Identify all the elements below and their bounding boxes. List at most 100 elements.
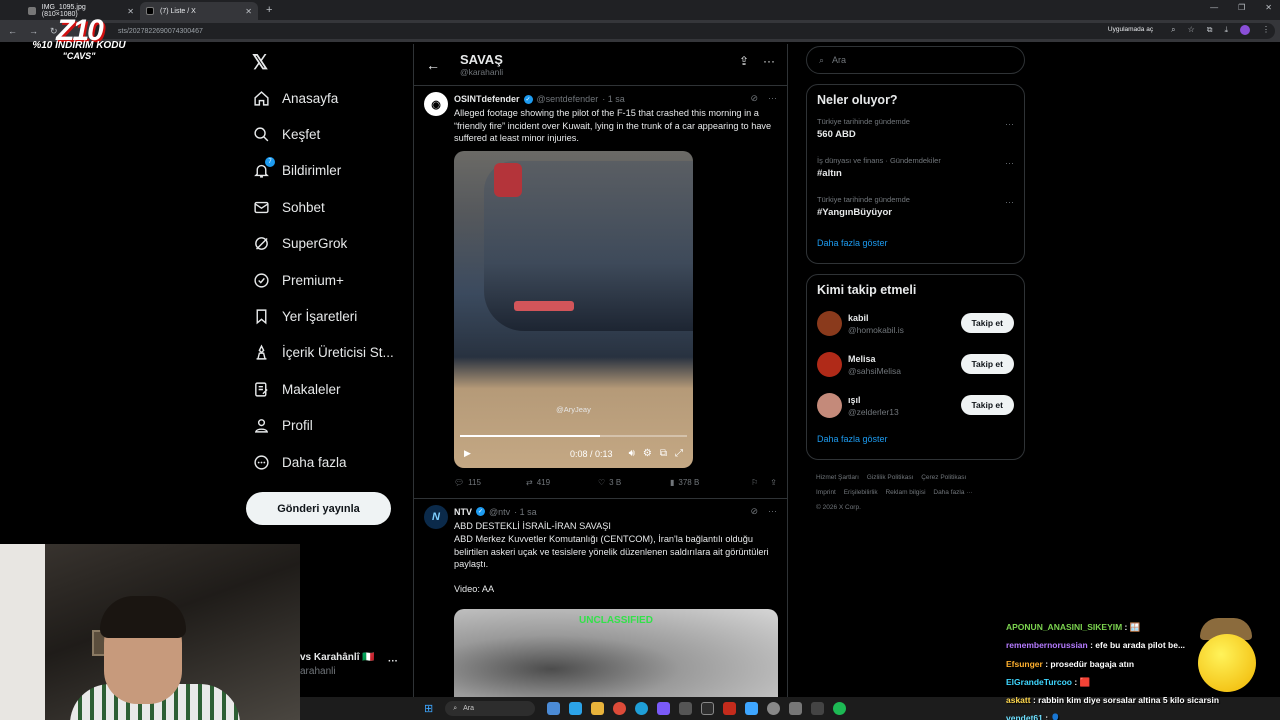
video-player[interactable]: @AryJeay ▶ 0:08 / 0:13 🔊︎ ⚙ ⧉ ⤢ bbox=[454, 150, 693, 468]
tweet-author-name[interactable]: OSINTdefender bbox=[454, 94, 520, 104]
tweet-time[interactable]: · 1 sa bbox=[514, 507, 537, 517]
footer-link[interactable]: Gizlilik Politikası bbox=[867, 474, 914, 481]
x-logo-icon[interactable]: 𝕏 bbox=[252, 50, 268, 75]
grok-icon[interactable]: ⊘ bbox=[750, 93, 758, 104]
sidebar-item-profile[interactable]: Profil bbox=[252, 408, 394, 444]
video-player[interactable]: UNCLASSIFIED bbox=[454, 609, 778, 709]
more-dots-icon[interactable]: ··· bbox=[768, 93, 777, 104]
avatar[interactable] bbox=[817, 311, 842, 336]
sidebar-item-creator-studio[interactable]: İçerik Üreticisi St... bbox=[252, 335, 394, 371]
avatar[interactable]: ◉ bbox=[424, 92, 448, 116]
fullscreen-icon[interactable]: ⤢ bbox=[675, 448, 683, 459]
footer-link[interactable]: Reklam bilgisi bbox=[885, 489, 925, 496]
app-icon[interactable] bbox=[789, 702, 803, 715]
avatar[interactable] bbox=[817, 393, 842, 418]
volume-icon[interactable]: 🔊︎ bbox=[629, 448, 635, 459]
chrome-icon[interactable] bbox=[613, 702, 627, 715]
share-icon[interactable]: ⇪ bbox=[739, 54, 749, 68]
sidebar-item-supergrok[interactable]: SuperGrok bbox=[252, 226, 394, 262]
edge-icon[interactable] bbox=[635, 702, 649, 715]
reply-button[interactable]: 💬︎ 115 bbox=[454, 478, 526, 487]
show-more-link[interactable]: Daha fazla göster bbox=[807, 426, 1024, 456]
back-icon[interactable]: ← bbox=[8, 26, 17, 37]
footer-link[interactable]: Daha fazla ··· bbox=[933, 489, 972, 496]
footer-link[interactable]: Imprint bbox=[816, 489, 836, 496]
sidebar-item-home[interactable]: Anasayfa bbox=[252, 80, 394, 116]
play-icon[interactable]: ▶ bbox=[464, 448, 471, 459]
app-icon[interactable] bbox=[767, 702, 781, 715]
tweet-time[interactable]: · 1 sa bbox=[602, 94, 625, 104]
sidebar-item-notifications[interactable]: 7 Bildirimler bbox=[252, 153, 394, 189]
follow-button[interactable]: Takip et bbox=[960, 354, 1014, 374]
app-icon[interactable] bbox=[701, 702, 715, 715]
maximize-icon[interactable]: ❐ bbox=[1238, 3, 1245, 12]
address-bar[interactable]: sts/2027822690074300467 bbox=[90, 23, 1275, 39]
avatar[interactable]: N bbox=[424, 504, 448, 529]
follow-suggestion[interactable]: ışıl @zelderler13 Takip et bbox=[807, 385, 1024, 426]
star-icon[interactable]: ☆ bbox=[1188, 25, 1195, 34]
bookmark-icon[interactable]: ⚐ bbox=[751, 478, 758, 487]
tweet[interactable]: ◉ OSINTdefender ✓ @sentdefender · 1 sa ⊘… bbox=[414, 86, 787, 499]
tweet-author-handle[interactable]: @ntv bbox=[489, 507, 510, 517]
sidebar-item-more[interactable]: Daha fazla bbox=[252, 444, 394, 480]
download-icon[interactable]: ⤓ bbox=[1224, 25, 1228, 35]
profile-icon[interactable] bbox=[1240, 24, 1250, 35]
back-arrow-icon[interactable]: ← bbox=[426, 57, 440, 73]
sidebar-item-messages[interactable]: Sohbet bbox=[252, 189, 394, 225]
search-input[interactable]: ⌕ Ara bbox=[806, 46, 1025, 74]
footer-link[interactable]: Erişilebilirlik bbox=[844, 489, 878, 496]
close-window-icon[interactable]: ✕ bbox=[1265, 3, 1272, 12]
app-icon[interactable] bbox=[591, 702, 605, 715]
grok-icon[interactable]: ⊘ bbox=[750, 506, 758, 517]
app-icon[interactable] bbox=[569, 702, 583, 715]
sidebar-item-premium[interactable]: Premium+ bbox=[252, 262, 394, 298]
trend-item[interactable]: Türkiye tarihinde gündemde 560 ABD ··· bbox=[807, 113, 1024, 152]
footer-link[interactable]: Çerez Politikası bbox=[921, 474, 966, 481]
app-icon[interactable] bbox=[657, 702, 671, 715]
like-button[interactable]: ♡ 3 B bbox=[598, 478, 670, 487]
browser-tab-active[interactable]: (7) Liste / X ✕ bbox=[140, 2, 258, 20]
extensions-icon[interactable]: ⧉ bbox=[1207, 25, 1213, 35]
more-dots-icon[interactable]: ··· bbox=[1005, 119, 1014, 129]
follow-button[interactable]: Takip et bbox=[960, 313, 1014, 333]
windows-start-icon[interactable]: ⊞ bbox=[424, 702, 433, 715]
app-icon[interactable] bbox=[811, 702, 825, 715]
share-icon[interactable]: ⇪ bbox=[770, 478, 777, 487]
more-dots-icon[interactable]: ··· bbox=[1005, 158, 1014, 168]
app-icon[interactable] bbox=[745, 702, 759, 715]
close-tab-icon[interactable]: ✕ bbox=[245, 7, 252, 16]
follow-button[interactable]: Takip et bbox=[960, 395, 1014, 415]
minimize-icon[interactable]: — bbox=[1210, 3, 1218, 12]
taskbar-search[interactable]: ⌕ Ara bbox=[445, 701, 536, 716]
follow-suggestion[interactable]: Melisa @sahsiMelisa Takip et bbox=[807, 344, 1024, 385]
more-dots-icon[interactable]: ··· bbox=[388, 656, 398, 667]
sidebar-item-explore[interactable]: Keşfet bbox=[252, 116, 394, 152]
avatar[interactable] bbox=[817, 352, 842, 377]
app-icon[interactable] bbox=[679, 702, 693, 715]
follow-suggestion[interactable]: kabil @homokabil.is Takip et bbox=[807, 303, 1024, 344]
zoom-icon[interactable]: ⌕ bbox=[1171, 25, 1175, 35]
spotify-icon[interactable] bbox=[833, 702, 847, 715]
app-icon[interactable] bbox=[723, 702, 737, 715]
trend-item[interactable]: Türkiye tarihinde gündemde #YangınBüyüyo… bbox=[807, 191, 1024, 230]
footer-link[interactable]: Hizmet Şartları bbox=[816, 474, 859, 481]
new-tab-icon[interactable]: + bbox=[266, 4, 272, 16]
more-dots-icon[interactable]: ··· bbox=[768, 506, 777, 517]
tweet-author-name[interactable]: NTV bbox=[454, 507, 472, 517]
account-switcher[interactable]: vs Karahânlî 🇮🇹 arahanli ··· bbox=[300, 652, 398, 677]
views-button[interactable]: ▮ 378 B bbox=[670, 478, 742, 487]
sidebar-item-bookmarks[interactable]: Yer İşaretleri bbox=[252, 298, 394, 334]
tweet-author-handle[interactable]: @sentdefender bbox=[537, 94, 599, 104]
more-dots-icon[interactable]: ··· bbox=[763, 54, 775, 68]
trend-item[interactable]: İş dünyası ve finans · Gündemdekiler #al… bbox=[807, 152, 1024, 191]
app-icon[interactable] bbox=[547, 702, 561, 715]
settings-icon[interactable]: ⚙ bbox=[643, 448, 652, 459]
post-button[interactable]: Gönderi yayınla bbox=[246, 492, 391, 525]
open-in-app-button[interactable]: Uygulamada aç bbox=[1101, 24, 1160, 35]
repost-button[interactable]: ⇄ 419 bbox=[526, 478, 598, 487]
pip-icon[interactable]: ⧉ bbox=[660, 448, 667, 459]
tweet[interactable]: N NTV ✓ @ntv · 1 sa ⊘ ··· ABD DESTEKLİ İS… bbox=[414, 499, 787, 709]
video-progress-bar[interactable] bbox=[460, 434, 687, 437]
more-dots-icon[interactable]: ··· bbox=[1005, 197, 1014, 207]
show-more-link[interactable]: Daha fazla göster bbox=[807, 230, 1024, 260]
